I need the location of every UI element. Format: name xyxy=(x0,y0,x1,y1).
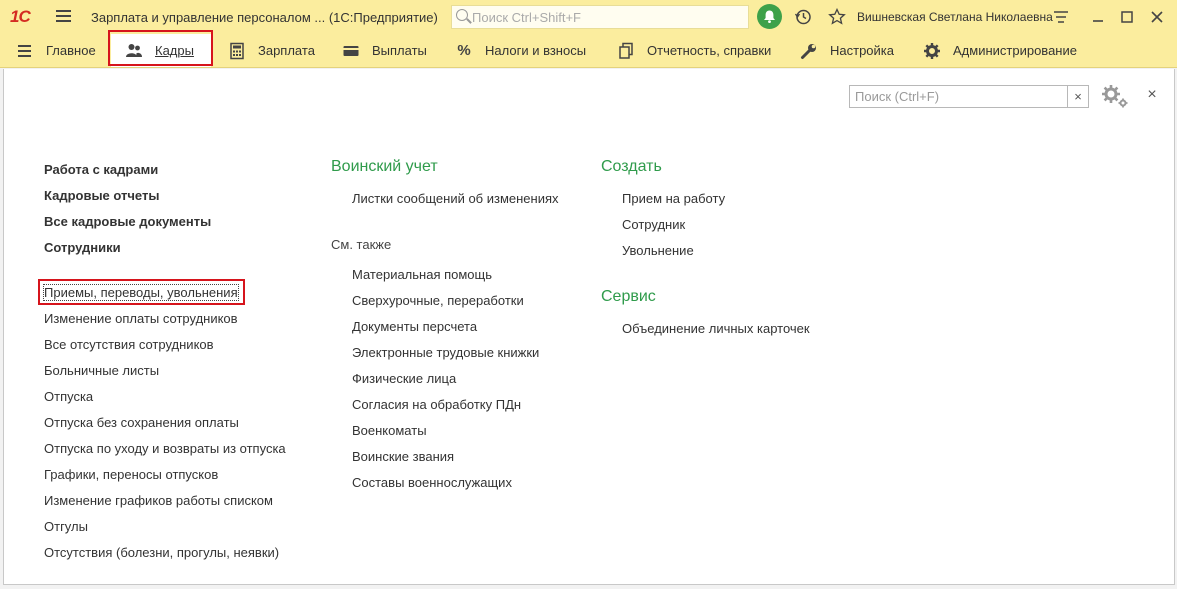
link-change-notices[interactable]: Листки сообщений об изменениях xyxy=(352,191,559,206)
people-icon xyxy=(126,43,142,57)
link-sick-leaves[interactable]: Больничные листы xyxy=(44,363,159,378)
link-individuals[interactable]: Физические лица xyxy=(352,371,456,386)
global-search-input[interactable] xyxy=(472,8,742,26)
link-hr-reports[interactable]: Кадровые отчеты xyxy=(44,188,159,203)
global-search[interactable] xyxy=(451,5,749,29)
link-parental-leaves[interactable]: Отпуска по уходу и возвраты из отпуска xyxy=(44,441,286,456)
current-user[interactable]: Вишневская Светлана Николаевна xyxy=(857,10,1053,24)
link-recalc-documents[interactable]: Документы персчета xyxy=(352,319,477,334)
maximize-icon[interactable] xyxy=(1118,8,1136,26)
section-reports[interactable]: Отчетность, справки xyxy=(617,34,771,67)
panel-search[interactable] xyxy=(849,85,1068,108)
settings-menu-icon[interactable] xyxy=(1052,8,1070,26)
link-salary-changes[interactable]: Изменение оплаты сотрудников xyxy=(44,311,238,326)
section-salary[interactable]: Зарплата xyxy=(228,34,315,67)
link-create-employee[interactable]: Сотрудник xyxy=(622,217,685,232)
section-label: Администрирование xyxy=(953,43,1077,58)
link-material-aid[interactable]: Материальная помощь xyxy=(352,267,492,282)
see-also-title: См. также xyxy=(331,237,392,252)
link-personal-data-consents[interactable]: Согласия на обработку ПДн xyxy=(352,397,521,412)
link-all-hr-documents[interactable]: Все кадровые документы xyxy=(44,214,211,229)
link-overtime[interactable]: Сверхурочные, переработки xyxy=(352,293,524,308)
link-electronic-workbooks[interactable]: Электронные трудовые книжки xyxy=(352,345,539,360)
percent-icon: % xyxy=(457,42,471,59)
app-logo: 1С xyxy=(10,7,31,26)
section-main[interactable]: Главное xyxy=(16,34,96,67)
section-label: Отчетность, справки xyxy=(647,43,772,58)
link-merge-personal-cards[interactable]: Объединение личных карточек xyxy=(622,321,810,336)
favorites-star-icon[interactable] xyxy=(828,8,846,26)
section-label: Кадры xyxy=(155,43,194,58)
link-all-absences[interactable]: Все отсутствия сотрудников xyxy=(44,337,214,352)
menu-icon xyxy=(18,44,31,57)
bell-icon xyxy=(764,10,775,23)
section-taxes[interactable]: % Налоги и взносы xyxy=(455,34,586,67)
section-settings[interactable]: Настройка xyxy=(800,34,894,67)
section-label: Налоги и взносы xyxy=(485,43,587,58)
link-create-dismissal[interactable]: Увольнение xyxy=(622,243,694,258)
link-days-off[interactable]: Отгулы xyxy=(44,519,88,534)
clear-search-button[interactable]: × xyxy=(1067,85,1089,108)
link-employees[interactable]: Сотрудники xyxy=(44,240,121,255)
link-absences[interactable]: Отсутствия (болезни, прогулы, неявки) xyxy=(44,545,279,560)
section-label: Настройка xyxy=(830,43,894,58)
link-vacation-schedules[interactable]: Графики, переносы отпусков xyxy=(44,467,218,482)
link-unpaid-vacations[interactable]: Отпуска без сохранения оплаты xyxy=(44,415,239,430)
link-military-offices[interactable]: Военкоматы xyxy=(352,423,427,438)
minimize-icon[interactable] xyxy=(1089,8,1107,26)
gear-icon xyxy=(924,42,940,59)
section-label: Главное xyxy=(46,43,96,58)
link-vacations[interactable]: Отпуска xyxy=(44,389,93,404)
title-bar: 1С Зарплата и управление персоналом ... … xyxy=(0,0,1177,34)
link-hr-work[interactable]: Работа с кадрами xyxy=(44,162,158,177)
wrench-icon xyxy=(801,43,816,59)
link-hirings-transfers-dismissals[interactable]: Приемы, переводы, увольнения xyxy=(43,284,239,301)
link-work-schedule-changes[interactable]: Изменение графиков работы списком xyxy=(44,493,273,508)
section-payments[interactable]: Выплаты xyxy=(342,34,427,67)
section-administration[interactable]: Администрирование xyxy=(923,34,1077,67)
app-title: Зарплата и управление персоналом ... (1С… xyxy=(91,10,438,25)
notifications-button[interactable] xyxy=(757,4,782,29)
documents-icon xyxy=(619,42,633,59)
hr-section-panel: × × Работа с кадрами Кадровые отчеты Все… xyxy=(3,69,1175,585)
group-title-create: Создать xyxy=(601,158,662,175)
group-title-service: Сервис xyxy=(601,288,656,305)
link-military-ranks[interactable]: Воинские звания xyxy=(352,449,454,464)
panel-search-input[interactable] xyxy=(850,86,1067,107)
section-hr[interactable]: Кадры xyxy=(111,34,211,67)
group-title-military: Воинский учет xyxy=(331,158,438,175)
section-label: Зарплата xyxy=(258,43,315,58)
panel-close-button[interactable]: × xyxy=(1144,87,1160,103)
link-military-compositions[interactable]: Составы военнослужащих xyxy=(352,475,512,490)
sections-panel: Главное Кадры Зарплата Выплаты % Налоги … xyxy=(0,30,1177,68)
bottom-strip xyxy=(0,585,1177,589)
main-menu-icon[interactable] xyxy=(56,10,71,23)
calculator-icon xyxy=(230,42,244,59)
link-create-hiring[interactable]: Прием на работу xyxy=(622,191,725,206)
close-window-icon[interactable] xyxy=(1148,8,1166,26)
search-icon xyxy=(456,9,468,21)
history-icon[interactable] xyxy=(794,8,812,26)
section-label: Выплаты xyxy=(372,43,427,58)
panel-settings-gear-icon[interactable] xyxy=(1100,83,1130,109)
wallet-icon xyxy=(343,45,359,56)
